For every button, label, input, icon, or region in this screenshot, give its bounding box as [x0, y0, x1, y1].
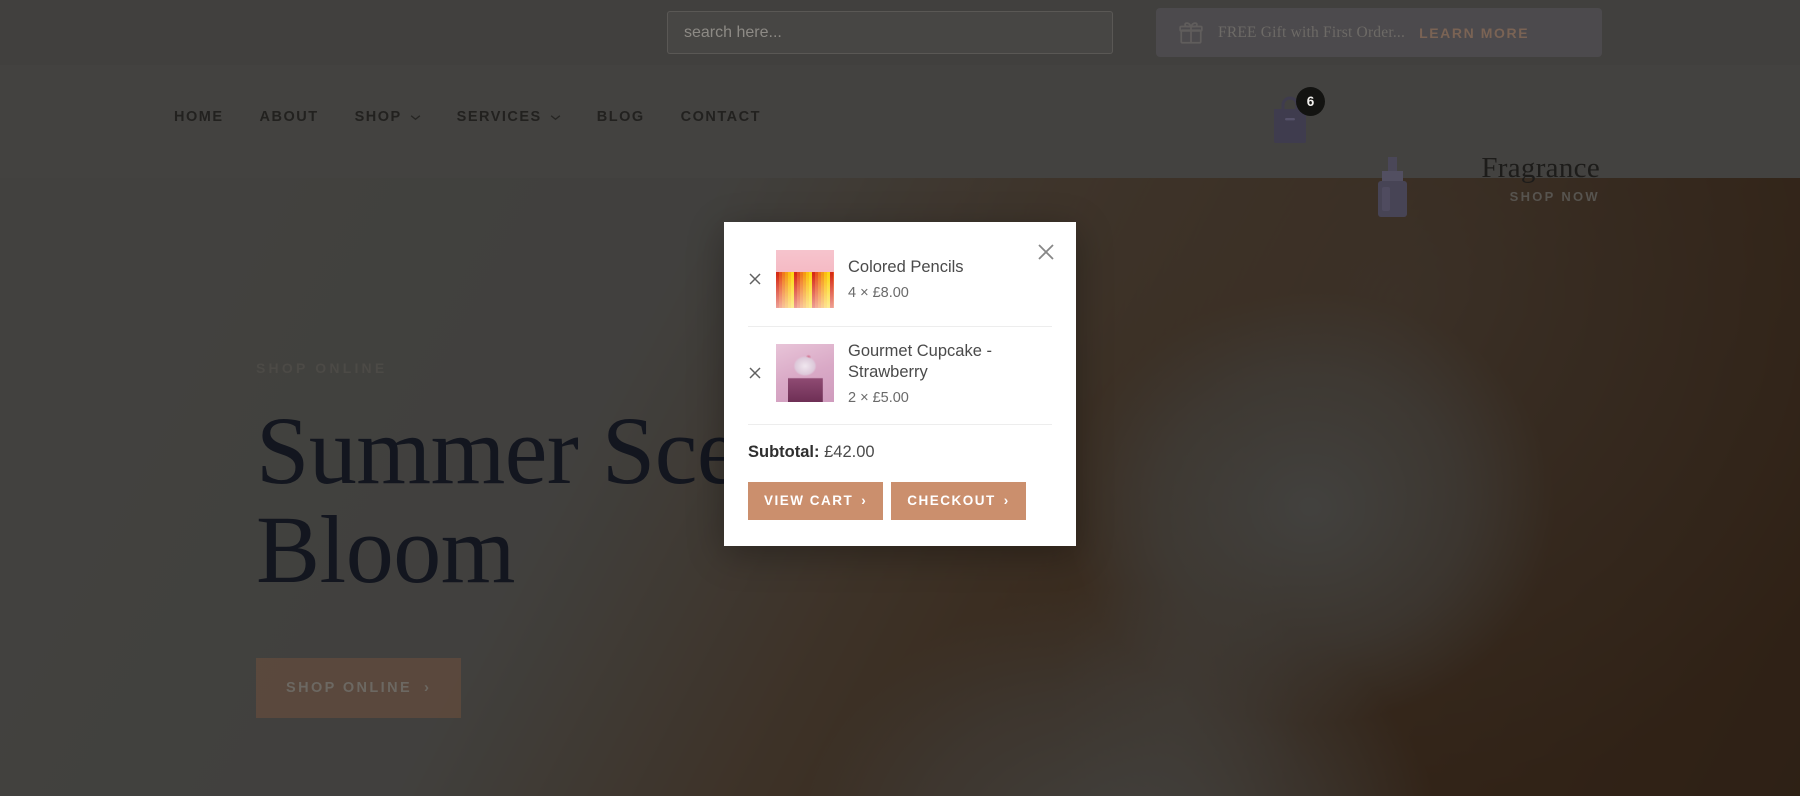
main-navigation: HOME ABOUT SHOP SERVICES BLOG CONTACT 6 … — [0, 65, 1800, 217]
checkout-button[interactable]: CHECKOUT › — [891, 481, 1026, 520]
cart-actions: VIEW CART › CHECKOUT › — [748, 481, 1052, 520]
page-root: FREE Gift with First Order... LEARN MORE… — [0, 0, 1800, 796]
nav-item-contact[interactable]: CONTACT — [681, 109, 761, 125]
search-box[interactable] — [667, 11, 1113, 54]
nav-item-label: ABOUT — [259, 109, 319, 125]
promo-banner[interactable]: FREE Gift with First Order... LEARN MORE — [1156, 8, 1602, 57]
cart-subtotal-value: £42.00 — [824, 442, 875, 461]
nav-item-label: HOME — [174, 109, 224, 125]
brand-block[interactable]: Fragrance SHOP NOW — [1480, 152, 1600, 205]
view-cart-label: VIEW CART — [764, 493, 854, 509]
top-bar: FREE Gift with First Order... LEARN MORE — [0, 0, 1800, 65]
cart-item-name[interactable]: Gourmet Cupcake - Strawberry — [848, 341, 1052, 384]
nav-item-label: CONTACT — [680, 109, 761, 125]
perfume-bottle-icon — [1378, 157, 1407, 217]
product-thumbnail[interactable] — [776, 344, 834, 403]
cart-item-info: Colored Pencils 4 × £8.00 — [848, 257, 1052, 300]
product-thumbnail[interactable] — [776, 250, 834, 308]
hero-cta-label: SHOP ONLINE — [286, 679, 413, 696]
cart-subtotal-label: Subtotal: — [748, 442, 820, 461]
brand-name: Fragrance — [1481, 152, 1600, 184]
remove-item-icon[interactable] — [748, 366, 762, 380]
nav-item-blog[interactable]: BLOG — [597, 109, 645, 125]
cart-subtotal: Subtotal: £42.00 — [748, 443, 1052, 462]
hero-shop-online-button[interactable]: SHOP ONLINE › — [256, 657, 462, 718]
gift-icon — [1179, 21, 1203, 44]
cart-item: Gourmet Cupcake - Strawberry 2 × £5.00 — [748, 327, 1052, 425]
cart-item: Colored Pencils 4 × £8.00 — [748, 244, 1052, 327]
nav-item-home[interactable]: HOME — [174, 109, 224, 125]
checkout-label: CHECKOUT — [907, 493, 996, 509]
cart-item-info: Gourmet Cupcake - Strawberry 2 × £5.00 — [848, 341, 1052, 406]
nav-item-label: SHOP — [354, 109, 402, 125]
chevron-right-icon: › — [1003, 493, 1010, 509]
nav-item-shop[interactable]: SHOP — [355, 109, 421, 125]
chevron-right-icon: › — [424, 679, 432, 697]
mini-cart-panel: Colored Pencils 4 × £8.00 Gourmet Cupcak… — [724, 222, 1076, 546]
nav-links: HOME ABOUT SHOP SERVICES BLOG CONTACT — [174, 109, 761, 125]
cart-badge: 6 — [1296, 87, 1325, 116]
cart-item-qty-price: 2 × £5.00 — [848, 389, 909, 406]
chevron-down-icon — [410, 114, 420, 120]
brand-shop-now-link[interactable]: SHOP NOW — [1480, 189, 1600, 204]
nav-item-label: BLOG — [596, 109, 645, 125]
chevron-right-icon: › — [861, 493, 868, 509]
remove-item-icon[interactable] — [748, 272, 762, 286]
cart-item-name[interactable]: Colored Pencils — [848, 257, 1052, 278]
nav-item-services[interactable]: SERVICES — [457, 109, 561, 125]
cart-button[interactable]: 6 — [1268, 87, 1325, 151]
promo-learn-more-link[interactable]: LEARN MORE — [1419, 25, 1529, 41]
search-input[interactable] — [684, 23, 1096, 42]
promo-text: FREE Gift with First Order... — [1218, 23, 1406, 41]
nav-item-about[interactable]: ABOUT — [260, 109, 319, 125]
cart-item-qty-price: 4 × £8.00 — [848, 284, 909, 301]
chevron-down-icon — [550, 114, 561, 120]
nav-item-label: SERVICES — [456, 109, 542, 125]
view-cart-button[interactable]: VIEW CART › — [748, 481, 884, 520]
